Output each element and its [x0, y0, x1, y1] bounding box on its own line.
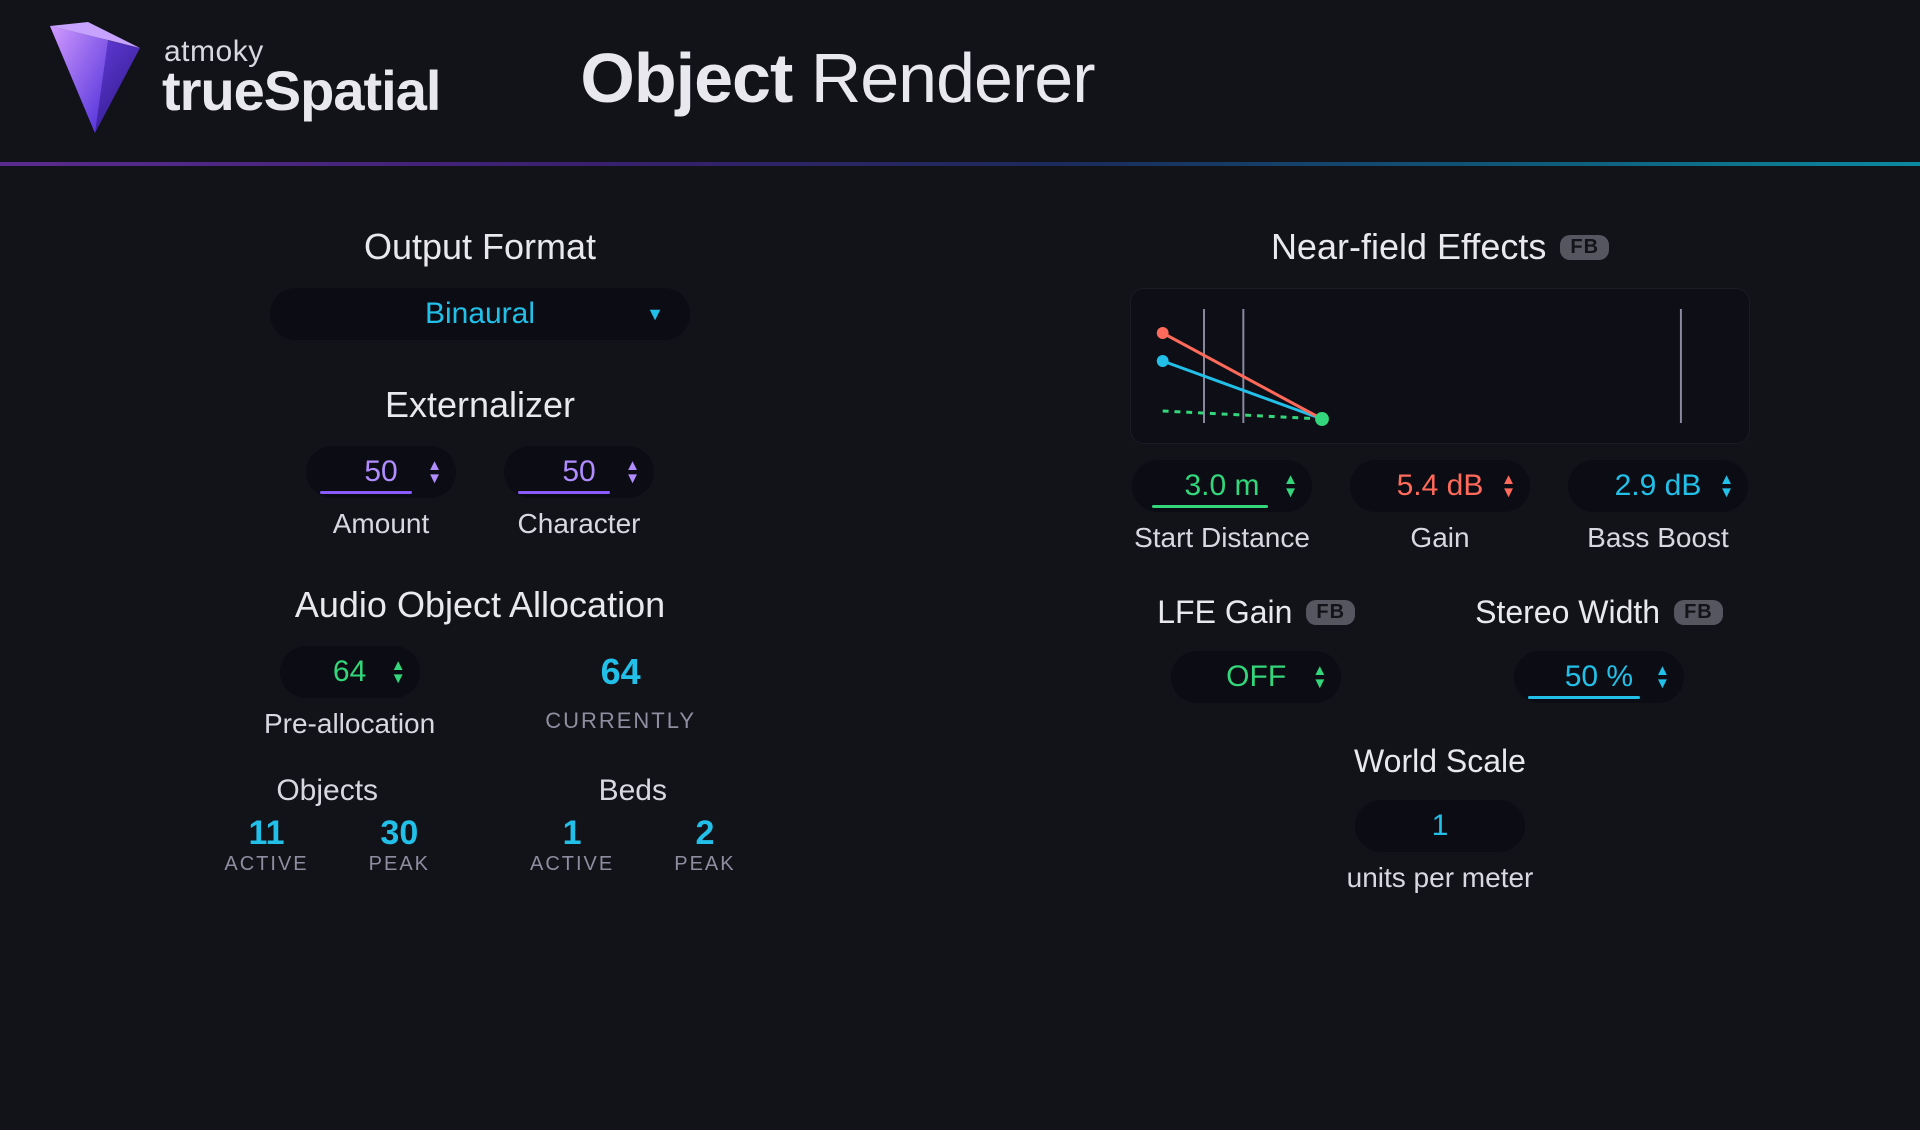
stepper-arrows-icon: ▲▼ [1283, 475, 1298, 497]
objects-peak: 30 PEAK [369, 814, 430, 876]
externalizer-character-stepper[interactable]: 50 ▲▼ [504, 446, 654, 498]
stereo-title: Stereo Width FB [1475, 594, 1723, 631]
fb-badge: FB [1306, 600, 1355, 625]
world-scale-label: units per meter [1347, 862, 1534, 894]
stepper-arrows-icon: ▲▼ [1655, 666, 1670, 688]
world-scale-input[interactable]: 1 [1355, 800, 1525, 852]
allocation-title: Audio Object Allocation [295, 584, 665, 626]
nearfield-title: Near-field Effects FB [1271, 226, 1609, 268]
objects-title: Objects [276, 774, 378, 808]
currently-label: CURRENTLY [545, 708, 696, 734]
prealloc-label: Pre-allocation [264, 708, 435, 740]
lfe-title: LFE Gain FB [1157, 594, 1355, 631]
objects-active: 11 ACTIVE [224, 814, 308, 876]
bass-boost-stepper[interactable]: 2.9 dB ▲▼ [1568, 460, 1748, 512]
nearfield-graph[interactable] [1130, 288, 1750, 444]
beds-title: Beds [599, 774, 667, 808]
right-column: Near-field Effects FB [1040, 226, 1840, 894]
output-format-value: Binaural [425, 297, 535, 331]
stepper-arrows-icon: ▲▼ [625, 461, 640, 483]
output-format-dropdown[interactable]: Binaural ▼ [270, 288, 690, 340]
gem-icon [40, 18, 150, 138]
nearfield-gain-label: Gain [1410, 522, 1469, 554]
output-format-title: Output Format [364, 226, 596, 268]
externalizer-amount-stepper[interactable]: 50 ▲▼ [306, 446, 456, 498]
stepper-arrows-icon: ▲▼ [391, 661, 406, 683]
externalizer-amount-label: Amount [333, 508, 430, 540]
stereo-width-stepper[interactable]: 50 % ▲▼ [1514, 651, 1684, 703]
chevron-down-icon: ▼ [646, 304, 664, 325]
externalizer-title: Externalizer [385, 384, 575, 426]
beds-active: 1 ACTIVE [530, 814, 614, 876]
stepper-arrows-icon: ▲▼ [427, 461, 442, 483]
header: atmoky trueSpatial Object Renderer [0, 0, 1920, 162]
world-scale-title: World Scale [1354, 743, 1526, 780]
prealloc-stepper[interactable]: 64 ▲▼ [280, 646, 420, 698]
stepper-arrows-icon: ▲▼ [1501, 475, 1516, 497]
nearfield-gain-stepper[interactable]: 5.4 dB ▲▼ [1350, 460, 1530, 512]
start-distance-label: Start Distance [1134, 522, 1310, 554]
currently-value: 64 [601, 646, 641, 698]
brand-truespatial: trueSpatial [162, 63, 440, 119]
stepper-arrows-icon: ▲▼ [1719, 475, 1734, 497]
bass-boost-label: Bass Boost [1587, 522, 1729, 554]
main: Output Format Binaural ▼ Externalizer 50… [0, 166, 1920, 894]
brand-logo: atmoky trueSpatial [40, 18, 440, 138]
stepper-arrows-icon: ▲▼ [1312, 666, 1327, 688]
start-distance-stepper[interactable]: 3.0 m ▲▼ [1132, 460, 1312, 512]
lfe-gain-stepper[interactable]: OFF ▲▼ [1171, 651, 1341, 703]
app-title: Object Renderer [580, 38, 1094, 118]
fb-badge: FB [1560, 235, 1609, 260]
beds-peak: 2 PEAK [674, 814, 735, 876]
fb-badge: FB [1674, 600, 1723, 625]
left-column: Output Format Binaural ▼ Externalizer 50… [80, 226, 880, 894]
externalizer-character-label: Character [518, 508, 641, 540]
